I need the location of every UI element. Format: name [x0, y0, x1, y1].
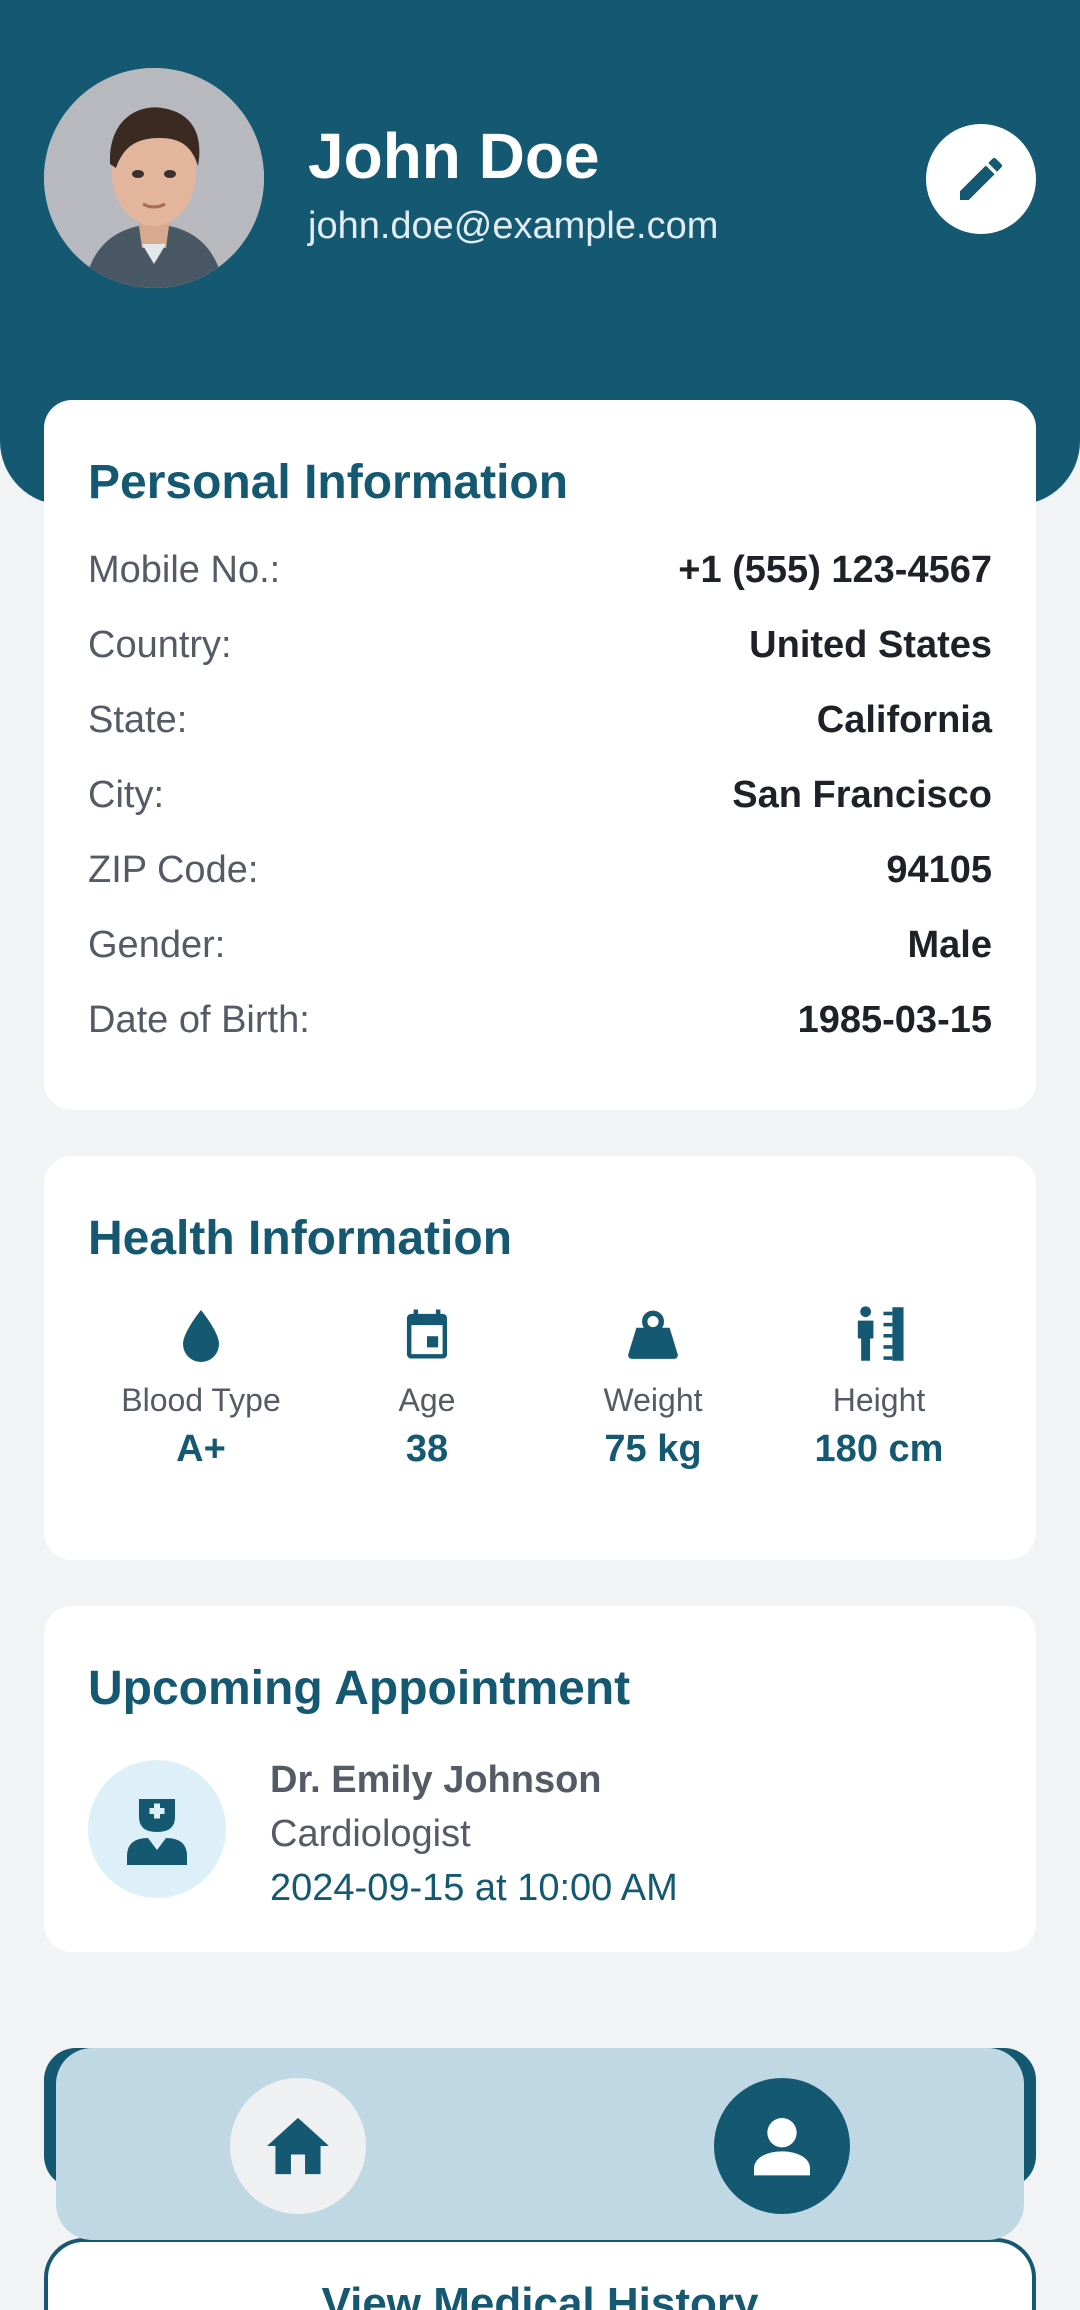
doctor-icon: [127, 1799, 187, 1865]
home-icon: [267, 2117, 329, 2175]
person-icon: [754, 2118, 810, 2176]
metric-height: Height 180 cm: [766, 1298, 992, 1478]
appointment-title: Upcoming Appointment: [88, 1662, 631, 1715]
appointment-card[interactable]: Upcoming Appointment Dr. Emily Johnson C…: [44, 1606, 1036, 1952]
pencil-icon: [960, 157, 1003, 200]
metric-label: Height: [832, 1382, 926, 1418]
appointment-datetime: 2024-09-15 at 10:00 AM: [270, 1867, 678, 1909]
doctor-name: Dr. Emily Johnson: [270, 1759, 602, 1801]
edit-profile-button[interactable]: [926, 124, 1036, 234]
info-value: 94105: [886, 849, 992, 891]
info-row-country: Country: United States: [88, 620, 992, 670]
metric-value: A+: [176, 1428, 226, 1470]
nav-profile-button[interactable]: [714, 2078, 850, 2214]
personal-info-title: Personal Information: [88, 456, 569, 509]
nav-home-button[interactable]: [230, 2078, 366, 2214]
info-label: State:: [88, 699, 188, 741]
doctor-avatar: [88, 1760, 226, 1898]
info-label: Mobile No.:: [88, 549, 281, 591]
metric-label: Blood Type: [121, 1382, 281, 1418]
user-email: john.doe@example.com: [308, 205, 719, 247]
user-avatar: [44, 68, 264, 288]
calendar-icon: [314, 1298, 540, 1370]
personal-info-card: Personal Information Mobile No.: +1 (555…: [44, 400, 1036, 1110]
doctor-specialty: Cardiologist: [270, 1813, 471, 1855]
metric-blood-type: Blood Type A+: [88, 1298, 314, 1478]
metric-value: 180 cm: [814, 1428, 944, 1470]
info-label: City:: [88, 774, 164, 816]
weight-icon: [540, 1298, 766, 1370]
info-row-city: City: San Francisco: [88, 770, 992, 820]
info-label: ZIP Code:: [88, 849, 259, 891]
info-label: Gender:: [88, 924, 226, 966]
metric-age: Age 38: [314, 1298, 540, 1478]
health-info-card: Health Information Blood Type A+ Age 38 …: [44, 1156, 1036, 1560]
metric-label: Age: [398, 1382, 456, 1418]
metric-value: 75 kg: [604, 1428, 702, 1470]
info-value: 1985-03-15: [797, 999, 992, 1041]
metric-value: 38: [405, 1428, 449, 1470]
health-info-title: Health Information: [88, 1212, 513, 1265]
user-photo-icon: [44, 68, 264, 288]
info-value: +1 (555) 123-4567: [678, 549, 992, 591]
info-row-dob: Date of Birth: 1985-03-15: [88, 995, 992, 1045]
info-value: San Francisco: [732, 774, 992, 816]
info-value: Male: [907, 924, 992, 966]
bottom-nav: [56, 2048, 1024, 2240]
drop-icon: [88, 1298, 314, 1370]
info-label: Date of Birth:: [88, 999, 310, 1041]
info-value: California: [816, 699, 992, 741]
height-icon: [766, 1298, 992, 1370]
info-label: Country:: [88, 624, 232, 666]
info-row-gender: Gender: Male: [88, 920, 992, 970]
info-value: United States: [749, 624, 992, 666]
metric-weight: Weight 75 kg: [540, 1298, 766, 1478]
info-row-mobile: Mobile No.: +1 (555) 123-4567: [88, 545, 992, 595]
metric-label: Weight: [603, 1382, 703, 1418]
view-medical-history-button[interactable]: View Medical History: [44, 2238, 1036, 2310]
info-row-zip: ZIP Code: 94105: [88, 845, 992, 895]
user-name: John Doe: [308, 120, 600, 192]
info-row-state: State: California: [88, 695, 992, 745]
